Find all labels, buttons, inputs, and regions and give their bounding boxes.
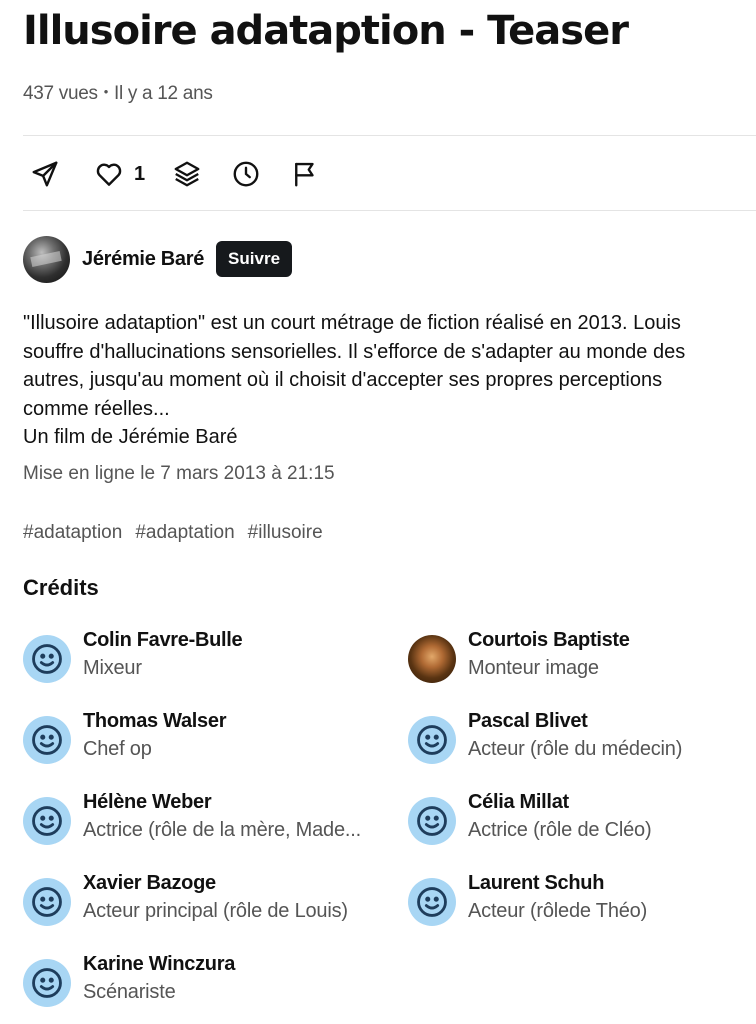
credit-name: Karine Winczura	[83, 953, 236, 975]
view-count: 437 vues	[23, 83, 98, 104]
default-avatar-icon	[23, 959, 71, 1007]
collections-icon	[174, 161, 200, 187]
credit-role: Scénariste	[83, 981, 176, 1003]
credit-name: Pascal Blivet	[468, 710, 588, 732]
credit-role: Actrice (rôle de Cléo)	[468, 819, 652, 841]
credit-role: Mixeur	[83, 657, 142, 679]
credit-role: Acteur (rôlede Théo)	[468, 900, 648, 922]
video-description: "Illusoire adataption" est un court métr…	[23, 309, 756, 452]
credit-name: Célia Millat	[468, 791, 569, 813]
action-bar: 1	[23, 152, 320, 196]
credit-role: Actrice (rôle de la mère, Made...	[83, 819, 361, 841]
like-count: 1	[134, 162, 146, 185]
credit-role: Acteur (rôle du médecin)	[468, 738, 683, 760]
default-avatar-icon	[408, 878, 456, 926]
like-button[interactable]: 1	[94, 159, 145, 189]
share-icon	[32, 161, 58, 187]
credit-name: Xavier Bazoge	[83, 872, 216, 894]
credit-role: Monteur image	[468, 657, 599, 679]
like-icon	[96, 163, 122, 186]
default-avatar-icon	[23, 635, 71, 683]
credits-heading: Crédits	[23, 575, 99, 600]
watch-later-button[interactable]	[231, 159, 261, 189]
credit-role: Chef op	[83, 738, 152, 760]
report-icon	[295, 162, 314, 187]
credit-name: Thomas Walser	[83, 710, 227, 732]
default-avatar-icon	[408, 797, 456, 845]
divider	[23, 210, 756, 211]
owner-name[interactable]: Jérémie Baré	[82, 248, 204, 271]
tag-list: #adataption #adaptation #illusoire	[23, 522, 323, 544]
description-line: souffre d'hallucinations sensorielles. I…	[23, 340, 686, 363]
credit-name: Hélène Weber	[83, 791, 212, 813]
credit-item[interactable]: Karine Winczura Scénariste	[23, 951, 235, 1007]
watch-later-icon	[233, 161, 259, 187]
upload-age: Il y a 12 ans	[113, 83, 213, 104]
credit-name: Courtois Baptiste	[468, 629, 630, 651]
share-button[interactable]	[30, 159, 60, 189]
credit-item[interactable]: Colin Favre-Bulle Mixeur	[23, 627, 243, 683]
default-avatar-icon	[23, 878, 71, 926]
divider	[23, 135, 756, 136]
follow-button[interactable]: Suivre	[216, 241, 293, 277]
default-avatar-icon	[23, 797, 71, 845]
tag-link[interactable]: #adataption	[23, 522, 122, 544]
report-button[interactable]	[290, 159, 320, 189]
description-line: comme réelles...	[23, 397, 170, 420]
tag-link[interactable]: #illusoire	[248, 522, 323, 544]
meta-separator: •	[103, 84, 109, 99]
owner-avatar[interactable]	[23, 235, 70, 283]
tag-link[interactable]: #adaptation	[135, 522, 234, 544]
credit-item[interactable]: Célia Millat Actrice (rôle de Cléo)	[408, 789, 652, 845]
description-line: "Illusoire adataption" est un court métr…	[23, 312, 681, 334]
credit-item[interactable]: Hélène Weber Actrice (rôle de la mère, Ma…	[23, 789, 361, 845]
avatar	[408, 635, 456, 683]
credit-item[interactable]: Thomas Walser Chef op	[23, 708, 226, 764]
credit-item[interactable]: Pascal Blivet Acteur (rôle du médecin)	[408, 708, 682, 764]
publish-date: Mise en ligne le 7 mars 2013 à 21:15	[23, 463, 335, 484]
credit-item[interactable]: Laurent Schuh Acteur (rôlede Théo)	[408, 870, 647, 926]
credit-name: Colin Favre-Bulle	[83, 629, 243, 651]
add-to-collection-button[interactable]	[172, 159, 202, 189]
channel-owner: Jérémie Baré Suivre	[23, 235, 293, 283]
credit-item[interactable]: Courtois Baptiste Monteur image	[408, 627, 630, 683]
credit-item[interactable]: Xavier Bazoge Acteur principal (rôle de L…	[23, 870, 348, 926]
description-line: autres, jusqu'au moment où il choisit d'…	[23, 369, 663, 391]
video-title: Illusoire adataption - Teaser	[23, 8, 629, 54]
credit-role: Acteur principal (rôle de Louis)	[83, 900, 348, 922]
description-line: Un film de Jérémie Baré	[23, 426, 238, 448]
credit-name: Laurent Schuh	[468, 872, 605, 894]
default-avatar-icon	[23, 716, 71, 764]
video-meta: 437 vues • Il y a 12 ans	[23, 83, 213, 105]
default-avatar-icon	[408, 716, 456, 764]
